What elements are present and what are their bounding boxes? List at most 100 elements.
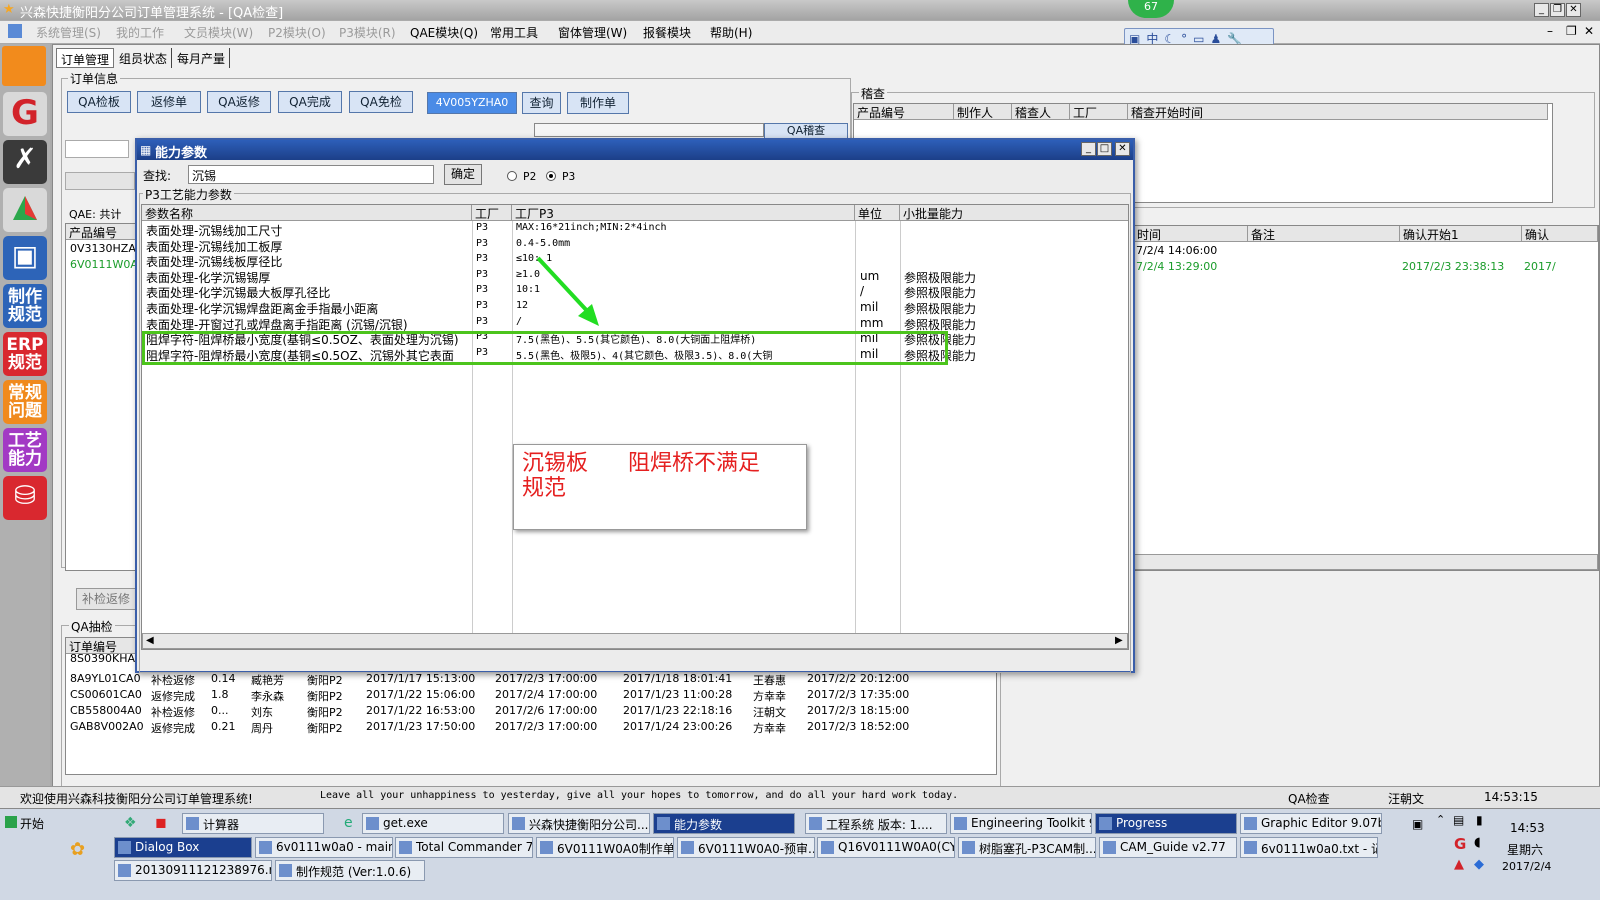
tile-common-issues[interactable]: 常规问题 [3, 380, 47, 424]
table-cell[interactable]: GAB8V002A0 [70, 720, 144, 733]
table-cell[interactable]: 2017/1/17 15:13:00 [366, 672, 475, 685]
minimize-button[interactable]: _ [1534, 3, 1549, 17]
mdi-close-icon[interactable]: ✕ [1584, 24, 1594, 38]
table-cell[interactable]: 0.21 [211, 720, 236, 733]
mdi-minimize-icon[interactable]: – [1547, 24, 1553, 38]
query-button[interactable]: 查询 [522, 92, 561, 114]
clock-weekday[interactable]: 星期六 [1507, 841, 1543, 858]
table-cell[interactable]: 7/2/4 13:29:00 [1136, 260, 1217, 273]
menu-clerk[interactable]: 文员模块(W) [184, 24, 253, 41]
table-cell[interactable]: 李永森 [251, 688, 284, 704]
table-cell[interactable]: 2017/2/3 17:00:00 [495, 720, 597, 733]
qa-rework-button[interactable]: QA返修 [207, 91, 271, 113]
menu-p3[interactable]: P3模块(R) [339, 24, 396, 41]
table-cell[interactable]: 2017/1/24 23:00:26 [623, 720, 732, 733]
table-cell[interactable]: mil [860, 300, 878, 314]
menu-my-work[interactable]: 我的工作 [116, 24, 164, 41]
order-id-field[interactable]: 4V005YZHA0 [427, 92, 517, 114]
table-cell[interactable]: CB558004A0 [70, 704, 142, 717]
menu-meal[interactable]: 报餐模块 [643, 24, 691, 41]
table-cell[interactable]: P3 [476, 284, 488, 295]
radio-p3[interactable] [546, 171, 556, 181]
table-cell[interactable]: 2017/1/23 11:00:28 [623, 688, 732, 701]
table-cell[interactable]: 衡阳P2 [307, 688, 343, 704]
app-menu-icon[interactable] [8, 24, 22, 38]
tile-process-capability[interactable]: 工艺能力 [3, 428, 47, 472]
table-cell[interactable]: / [860, 284, 864, 298]
table-cell[interactable]: 2017/2/2 20:12:00 [807, 672, 909, 685]
table-cell[interactable]: 1.8 [211, 688, 229, 701]
table-cell[interactable]: 2017/2/6 17:00:00 [495, 704, 597, 717]
column-header[interactable]: 工厂P3 [512, 205, 855, 221]
column-header[interactable]: 参数名称 [142, 205, 472, 221]
order-input[interactable] [534, 123, 764, 137]
column-header[interactable]: 工厂 [1070, 104, 1128, 120]
table-cell[interactable]: 汪朝文 [753, 704, 786, 720]
taskbar-button[interactable]: 6V0111W0A0-预审... [677, 837, 815, 858]
column-header[interactable]: 时间 [1134, 226, 1248, 242]
detail-grid[interactable]: 时间 备注 确认开始1 确认 7/2/4 14:06:00 7/2/4 13:2… [1133, 225, 1599, 571]
table-cell[interactable]: 2017/1/18 18:01:41 [623, 672, 732, 685]
rework-order-button[interactable]: 返修单 [137, 91, 201, 113]
column-header[interactable]: 备注 [1248, 226, 1400, 242]
table-row[interactable]: 表面处理-化学沉锡最大板厚孔径比 P3 10:1/参照极限能力 [142, 283, 1128, 300]
table-cell[interactable]: 补检返修 [151, 672, 195, 688]
recheck-rework-button[interactable]: 补检返修 [76, 588, 136, 610]
make-order-button[interactable]: 制作单 [567, 92, 629, 114]
scroll-right-icon[interactable]: ▶ [1115, 635, 1123, 646]
table-cell[interactable]: 周丹 [251, 720, 273, 736]
tray-g-icon[interactable]: G [1454, 835, 1466, 853]
table-cell[interactable]: 0... [211, 704, 229, 717]
table-cell[interactable]: P3 [476, 316, 488, 327]
column-header[interactable]: 单位 [855, 205, 900, 221]
column-header[interactable]: 稽查人 [1012, 104, 1070, 120]
taskbar-button[interactable]: Engineering Toolkit 9.... [950, 813, 1092, 834]
tile-make-spec[interactable]: 制作规范 [3, 284, 47, 328]
tray-alert-icon[interactable]: ▲ [1454, 857, 1464, 872]
quick-tiles-icon[interactable] [2, 46, 46, 86]
g-app-icon[interactable]: G [3, 92, 47, 136]
scroll-left-icon[interactable]: ◀ [146, 635, 154, 646]
dialog-minimize-button[interactable]: _ [1081, 142, 1096, 156]
taskbar-button[interactable]: 工程系统 版本: 1.... [805, 813, 947, 834]
taskbar-button[interactable]: 制作规范 (Ver:1.0.6) [275, 860, 425, 881]
tray-volume-icon[interactable]: ◖ [1474, 835, 1481, 850]
table-cell[interactable]: 2017/2/4 17:00:00 [495, 688, 597, 701]
search-input[interactable]: 沉锡 [188, 165, 434, 184]
chart-app-icon[interactable] [3, 188, 47, 232]
table-cell[interactable]: P3 [476, 222, 488, 233]
taskbar-button[interactable]: Graphic Editor 9.07b2 ... [1240, 813, 1382, 834]
clock-time[interactable]: 14:53 [1510, 821, 1545, 835]
mdi-restore-icon[interactable]: ❐ [1566, 24, 1577, 38]
table-row[interactable]: 表面处理-化学沉锡锡厚 P3 ≥1.0 um 参照极限能力 [142, 268, 1128, 285]
table-cell[interactable]: 王春惠 [753, 672, 786, 688]
ie-icon[interactable]: e [344, 815, 353, 831]
pdf-icon[interactable]: ◼ [155, 815, 167, 831]
table-cell[interactable]: 方幸幸 [753, 720, 786, 736]
menu-tools[interactable]: 常用工具 [490, 24, 538, 41]
restore-button[interactable]: ❐ [1550, 3, 1565, 17]
filter-box[interactable] [65, 172, 135, 190]
quicklaunch-icon[interactable]: ✿ [70, 839, 85, 860]
database-icon[interactable]: ⛁ [3, 476, 47, 520]
column-header[interactable]: 稽查开始时间 [1128, 104, 1548, 120]
table-cell[interactable]: 返修完成 [151, 720, 195, 736]
column-header[interactable]: 产品编号 [854, 104, 954, 120]
tray-ime-icon[interactable]: ▣ [1412, 817, 1423, 831]
table-cell[interactable]: 0.14 [211, 672, 236, 685]
table-cell[interactable]: 0V3130HZA0 [70, 242, 143, 255]
menu-qae[interactable]: QAE模块(Q) [410, 24, 478, 41]
table-cell[interactable]: 7/2/4 14:06:00 [1136, 244, 1217, 257]
taskbar-button[interactable]: CAM_Guide v2.77 [1099, 837, 1237, 858]
filter-input[interactable] [65, 140, 129, 158]
table-cell[interactable]: mm [860, 316, 883, 330]
table-cell[interactable]: P3 [476, 238, 488, 249]
column-header[interactable]: 产品编号 [66, 224, 142, 240]
save-icon[interactable]: ▣ [3, 236, 47, 280]
qa-audit-button[interactable]: QA稽查 [764, 123, 848, 139]
taskbar-button[interactable]: 6V0111W0A0制作单... [536, 837, 674, 858]
table-cell[interactable]: 2017/1/22 15:06:00 [366, 688, 475, 701]
horizontal-scrollbar[interactable] [1134, 554, 1598, 570]
table-cell[interactable]: 补检返修 [151, 704, 195, 720]
taskbar-button[interactable]: Dialog Box [114, 837, 252, 858]
